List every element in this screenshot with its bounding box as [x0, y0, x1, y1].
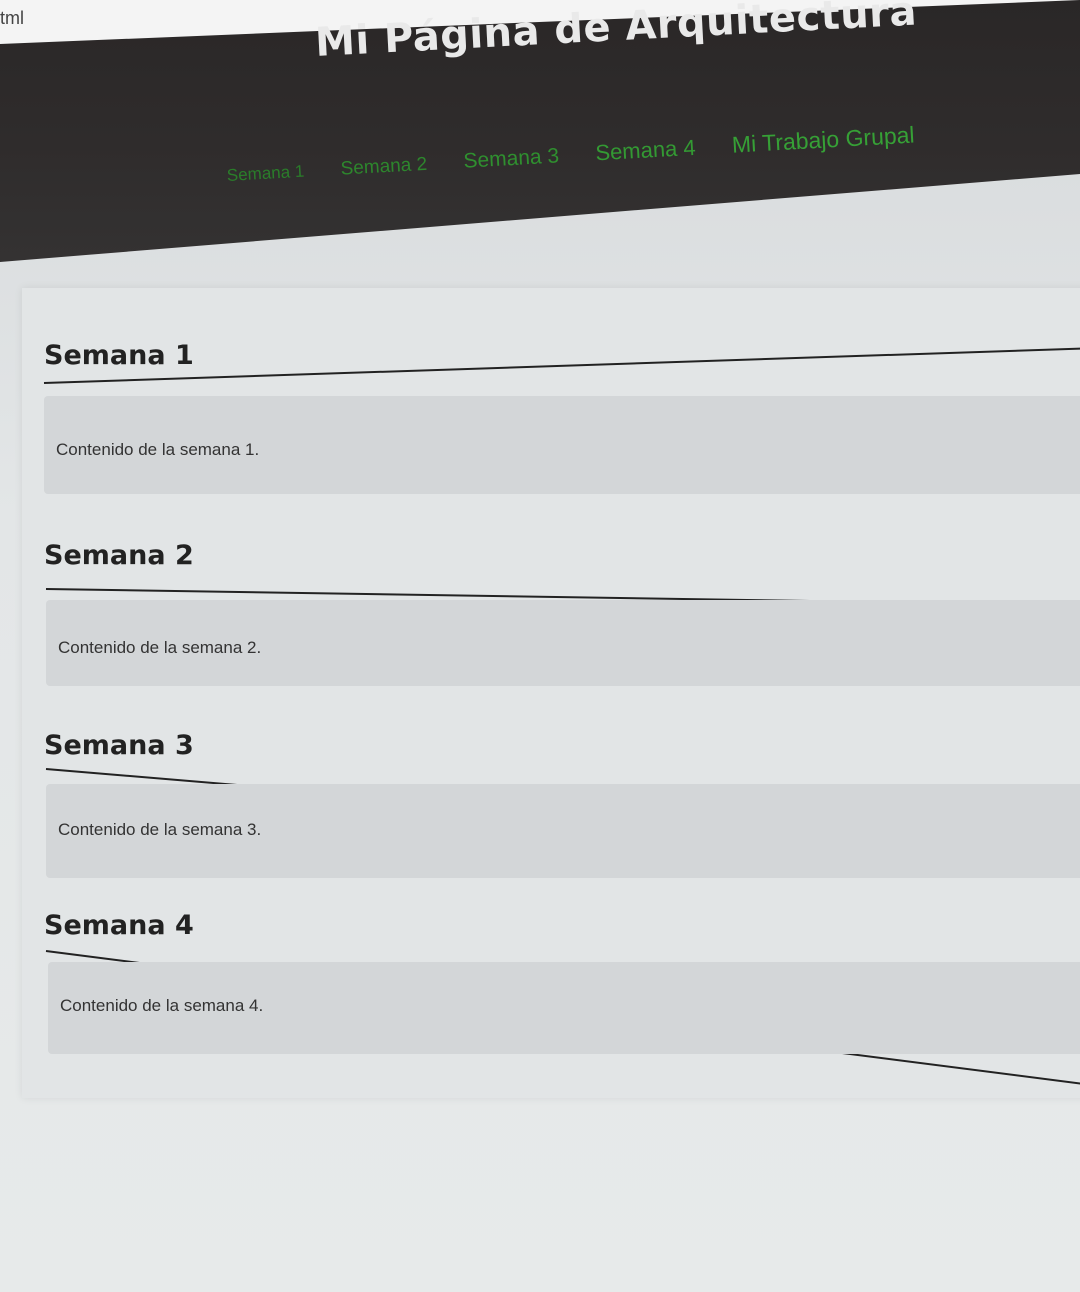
- section-semana-2: Semana 2: [44, 540, 1080, 571]
- section-content: Contenido de la semana 1.: [56, 440, 260, 459]
- section-semana-3: Semana 3: [44, 730, 1080, 761]
- section-heading: Semana 2: [44, 540, 194, 571]
- browser-tab-text: tml: [0, 8, 24, 28]
- section-heading: Semana 4: [44, 910, 194, 941]
- section-heading: Semana 3: [44, 730, 194, 761]
- page: tml Mi Página de Arquitectura Semana 1 S…: [0, 0, 1080, 1292]
- content-box: Contenido de la semana 1.: [44, 396, 1080, 494]
- section-content: Contenido de la semana 3.: [58, 820, 262, 839]
- section-semana-4: Semana 4: [44, 910, 1080, 941]
- section-content: Contenido de la semana 4.: [60, 996, 264, 1015]
- content-box: Contenido de la semana 4.: [48, 962, 1080, 1054]
- content-box: Contenido de la semana 3.: [46, 784, 1080, 878]
- section-content: Contenido de la semana 2.: [58, 638, 262, 657]
- nav-link-semana-1[interactable]: Semana 1: [226, 162, 304, 186]
- content-box: Contenido de la semana 2.: [46, 600, 1080, 686]
